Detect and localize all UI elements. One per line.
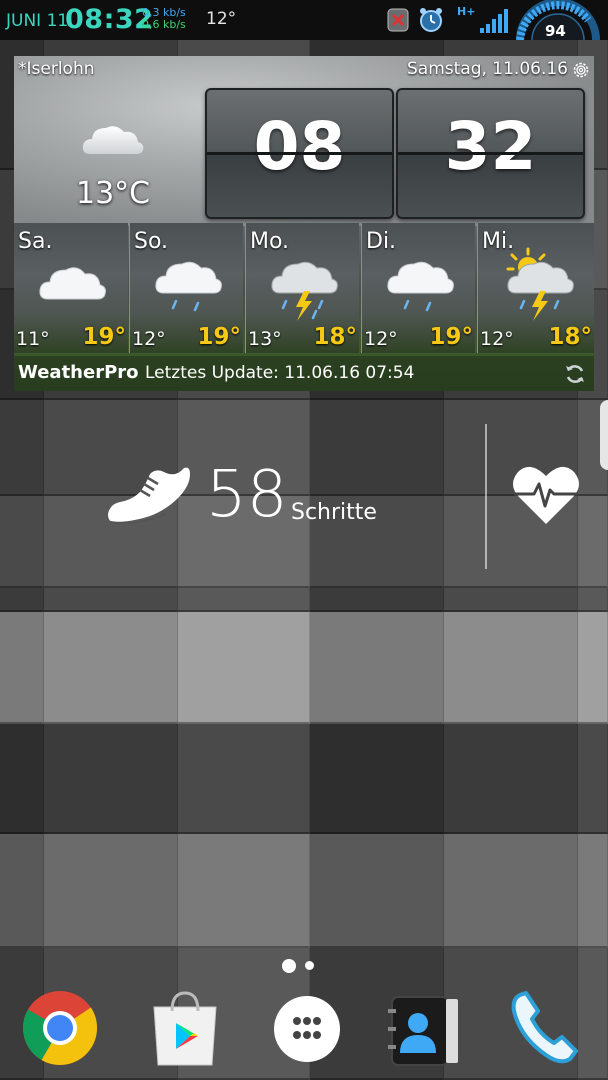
- forecast-low: 12°: [132, 328, 166, 350]
- heart-rate-icon[interactable]: [512, 464, 580, 526]
- dock: [0, 985, 608, 1075]
- clock-minutes-card[interactable]: 32: [396, 88, 585, 219]
- phone-icon[interactable]: [510, 989, 590, 1069]
- shoe-icon: [108, 467, 190, 524]
- divider: [485, 424, 487, 569]
- wallpaper-tile: [578, 834, 608, 948]
- wallpaper-tile: [444, 834, 578, 948]
- current-temperature: 13°C: [76, 176, 151, 211]
- flip-divider: [398, 152, 583, 155]
- forecast-day-mo[interactable]: Mo. 13° 18°: [245, 223, 359, 353]
- page-dot-active: [282, 958, 296, 973]
- wallpaper-tile: [44, 612, 178, 724]
- wallpaper-tile: [0, 588, 44, 612]
- forecast-high: 19°: [429, 324, 473, 350]
- forecast-low: 12°: [364, 328, 398, 350]
- status-date: JUNI 11: [6, 11, 69, 31]
- wallpaper-tile: [178, 588, 310, 612]
- step-label: Schritte: [291, 500, 377, 525]
- status-temperature: 12°: [206, 9, 237, 29]
- wallpaper-tile: [310, 588, 444, 612]
- wallpaper-tile: [178, 834, 310, 948]
- wallpaper-tile: [444, 724, 578, 834]
- page-dot: [305, 961, 314, 970]
- wallpaper-tile: [578, 612, 608, 724]
- forecast-high: 19°: [82, 324, 126, 350]
- thunderstorm-icon: [271, 261, 338, 321]
- forecast-low: 12°: [480, 328, 514, 350]
- wallpaper-tile: [0, 612, 44, 724]
- wallpaper-tile: [310, 724, 444, 834]
- last-update: Letztes Update: 11.06.16 07:54: [145, 363, 415, 383]
- wallpaper-tile: [0, 834, 44, 948]
- wallpaper-tile: [578, 588, 608, 612]
- status-time: 08:32: [65, 4, 154, 35]
- wallpaper-tile: [578, 724, 608, 834]
- signal-strength-icon: [479, 8, 509, 38]
- clock-hours-card[interactable]: 08: [205, 88, 394, 219]
- alarm-clock-icon: [418, 6, 444, 38]
- flip-divider: [207, 152, 392, 155]
- download-speed: 0,6 kb/s: [142, 18, 186, 31]
- weather-footer: WeatherPro Letztes Update: 11.06.16 07:5…: [14, 356, 594, 391]
- wallpaper-tile: [0, 724, 44, 834]
- wallpaper-tile: [444, 612, 578, 724]
- settings-gear-icon[interactable]: [571, 60, 591, 80]
- forecast-day-di[interactable]: Di. 12° 19°: [361, 223, 475, 353]
- cloud-rain-icon: [387, 261, 454, 312]
- wallpaper-tile: [310, 834, 444, 948]
- sun-thunderstorm-icon: [506, 247, 574, 321]
- forecast-day-name: Di.: [366, 229, 397, 254]
- step-counter-widget[interactable]: 58 Schritte: [0, 420, 608, 580]
- weather-brand: WeatherPro: [18, 362, 139, 383]
- cloud-rain-icon: [155, 261, 222, 312]
- refresh-icon[interactable]: [564, 363, 586, 385]
- weather-widget[interactable]: *Iserlohn Samstag, 11.06.16 13°C 08 32 S…: [14, 56, 594, 391]
- forecast-high: 18°: [313, 324, 357, 350]
- forecast-high: 19°: [197, 324, 241, 350]
- app-drawer-icon[interactable]: [268, 989, 348, 1069]
- edge-panel-handle[interactable]: [600, 400, 608, 470]
- wallpaper-tile: [44, 588, 178, 612]
- cloud-icon: [39, 267, 106, 300]
- weather-location[interactable]: *Iserlohn: [18, 59, 95, 79]
- battery-level: 94: [545, 22, 566, 40]
- weather-date: Samstag, 11.06.16: [406, 59, 568, 79]
- wallpaper-tile: [444, 588, 578, 612]
- wallpaper-tile: [44, 724, 178, 834]
- step-count: 58: [206, 458, 288, 532]
- forecast-low: 11°: [16, 328, 50, 350]
- page-indicator: [282, 955, 314, 974]
- clock-minutes: 32: [444, 108, 537, 185]
- forecast-high: 18°: [548, 324, 592, 350]
- forecast-day-name: So.: [134, 229, 169, 254]
- wallpaper-tile: [310, 612, 444, 724]
- wallpaper-tile: [178, 612, 310, 724]
- forecast-low: 13°: [248, 328, 282, 350]
- wallpaper-tile: [178, 724, 310, 834]
- forecast-day-name: Sa.: [18, 229, 53, 254]
- contacts-icon[interactable]: [386, 989, 466, 1069]
- clock-hours: 08: [253, 108, 346, 185]
- forecast-day-so[interactable]: So. 12° 19°: [129, 223, 243, 353]
- network-speed: 0,3 kb/s 0,6 kb/s: [142, 7, 186, 31]
- status-bar: JUNI 11 08:32 0,3 kb/s 0,6 kb/s 12° H+ 9…: [0, 0, 608, 40]
- forecast-day-mi[interactable]: Mi. 12° 18°: [477, 223, 594, 353]
- forecast-day-sa[interactable]: Sa. 11° 19°: [14, 223, 128, 353]
- cloud-icon: [82, 126, 144, 154]
- network-type: H+: [457, 5, 476, 18]
- wallpaper-tile: [44, 834, 178, 948]
- chrome-icon[interactable]: [21, 989, 101, 1069]
- forecast-day-name: Mo.: [250, 229, 290, 254]
- play-store-icon[interactable]: [146, 989, 226, 1069]
- app-notification-icon: [385, 6, 411, 38]
